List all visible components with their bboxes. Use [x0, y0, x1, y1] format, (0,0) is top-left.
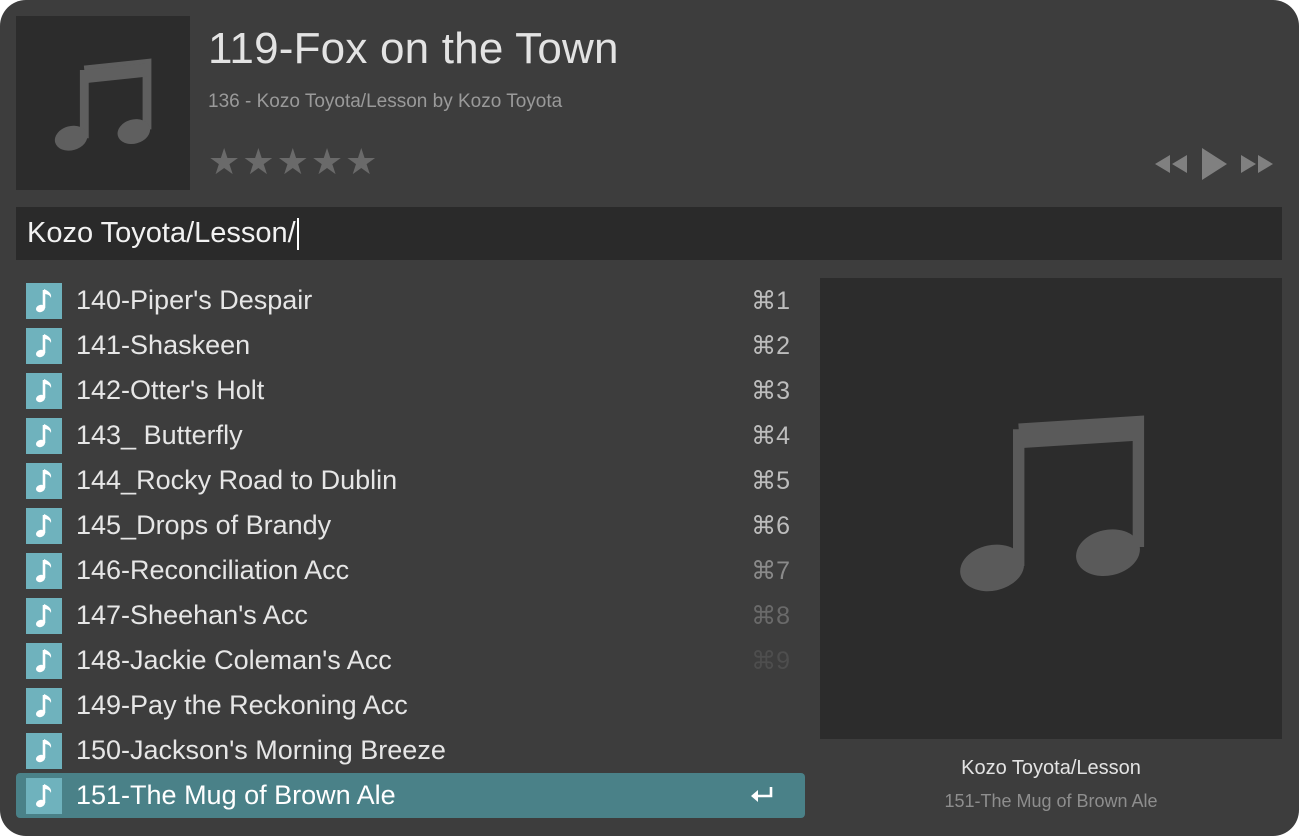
music-note-icon — [26, 418, 62, 454]
shortcut-label: ⌘1 — [751, 286, 790, 315]
music-note-icon — [26, 553, 62, 589]
preview-album: Kozo Toyota/Lesson — [961, 757, 1141, 779]
track-title: 119-Fox on the Town — [208, 24, 619, 73]
result-row[interactable]: 142-Otter's Holt ⌘3 — [16, 368, 805, 413]
music-note-icon — [54, 58, 152, 151]
star-2-icon[interactable]: ★ — [242, 143, 274, 181]
star-3-icon[interactable]: ★ — [277, 143, 309, 181]
result-row[interactable]: 149-Pay the Reckoning Acc — [16, 683, 805, 728]
return-icon — [749, 784, 775, 811]
shortcut-label: ⌘9 — [751, 646, 790, 675]
now-playing-artwork — [16, 16, 190, 190]
music-note-icon — [26, 463, 62, 499]
result-row[interactable]: 144_Rocky Road to Dublin ⌘5 — [16, 458, 805, 503]
result-label: 143_ Butterfly — [76, 420, 243, 450]
track-subtitle: 136 - Kozo Toyota/Lesson by Kozo Toyota — [208, 91, 563, 112]
rating-stars[interactable]: ★ ★ ★ ★ ★ — [208, 143, 377, 181]
result-label: 147-Sheehan's Acc — [76, 600, 308, 630]
result-row[interactable]: 147-Sheehan's Acc ⌘8 — [16, 593, 805, 638]
result-row[interactable]: 140-Piper's Despair ⌘1 — [16, 278, 805, 323]
play-icon[interactable] — [1199, 146, 1229, 182]
result-list: 140-Piper's Despair ⌘1 141-Shaskeen ⌘2 142-O… — [16, 278, 805, 818]
music-note-icon — [26, 283, 62, 319]
search-query: Kozo Toyota/Lesson/ — [27, 217, 296, 249]
result-row[interactable]: 151-The Mug of Brown Ale — [16, 773, 805, 818]
shortcut-label: ⌘3 — [751, 376, 790, 405]
result-label: 148-Jackie Coleman's Acc — [76, 645, 392, 675]
music-note-icon — [26, 508, 62, 544]
search-input[interactable]: Kozo Toyota/Lesson/ — [16, 207, 1282, 260]
star-1-icon[interactable]: ★ — [208, 143, 240, 181]
star-4-icon[interactable]: ★ — [311, 143, 343, 181]
fast-forward-icon[interactable] — [1239, 152, 1275, 176]
result-row[interactable]: 141-Shaskeen ⌘2 — [16, 323, 805, 368]
shortcut-label: ⌘2 — [751, 331, 790, 360]
shortcut-label: ⌘7 — [751, 556, 790, 585]
result-row[interactable]: 150-Jackson's Morning Breeze — [16, 728, 805, 773]
music-note-icon — [26, 643, 62, 679]
result-label: 144_Rocky Road to Dublin — [76, 465, 398, 495]
shortcut-label: ⌘6 — [751, 511, 790, 540]
result-label: 151-The Mug of Brown Ale — [76, 780, 396, 810]
result-label: 140-Piper's Despair — [76, 285, 313, 315]
music-note-icon — [26, 373, 62, 409]
result-label: 146-Reconciliation Acc — [76, 555, 350, 585]
music-note-icon — [26, 778, 62, 814]
text-caret — [296, 217, 299, 250]
result-row[interactable]: 146-Reconciliation Acc ⌘7 — [16, 548, 805, 593]
rewind-icon[interactable] — [1153, 152, 1189, 176]
alfred-music-window: 119-Fox on the Town 136 - Kozo Toyota/Le… — [0, 0, 1299, 836]
music-note-icon — [26, 328, 62, 364]
shortcut-label: ⌘8 — [751, 601, 790, 630]
music-note-icon — [26, 598, 62, 634]
shortcut-label: ⌘5 — [751, 466, 790, 495]
music-note-icon — [26, 688, 62, 724]
result-label: 142-Otter's Holt — [76, 375, 265, 405]
result-row[interactable]: 148-Jackie Coleman's Acc ⌘9 — [16, 638, 805, 683]
preview-artwork — [820, 278, 1282, 739]
playback-controls — [1153, 146, 1275, 182]
music-note-icon — [26, 733, 62, 769]
result-row[interactable]: 145_Drops of Brandy ⌘6 — [16, 503, 805, 548]
result-label: 145_Drops of Brandy — [76, 510, 332, 540]
result-label: 141-Shaskeen — [76, 330, 251, 360]
music-note-icon — [960, 415, 1145, 591]
star-5-icon[interactable]: ★ — [345, 143, 377, 181]
result-row[interactable]: 143_ Butterfly ⌘4 — [16, 413, 805, 458]
result-label: 149-Pay the Reckoning Acc — [76, 690, 408, 720]
preview-track: 151-The Mug of Brown Ale — [944, 791, 1158, 811]
shortcut-label: ⌘4 — [751, 421, 790, 450]
result-label: 150-Jackson's Morning Breeze — [76, 735, 446, 765]
